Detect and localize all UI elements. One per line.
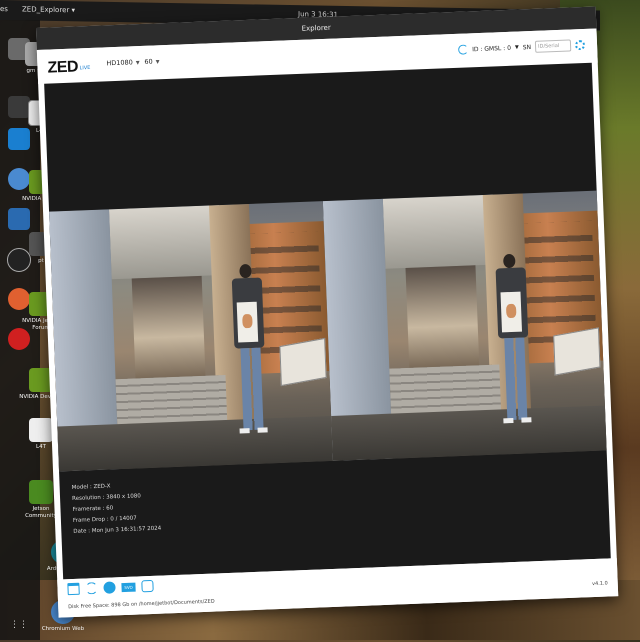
person — [229, 263, 270, 434]
person — [493, 253, 534, 424]
recording-controls: SVO — [67, 579, 154, 596]
play-icon[interactable] — [103, 581, 116, 594]
camera-info-overlay: Model : ZED-X Resolution : 3840 x 1080 F… — [71, 480, 162, 538]
stream-icon[interactable] — [85, 582, 98, 595]
serial-search-input[interactable]: ID/Serial — [534, 39, 572, 53]
community-icon — [29, 480, 53, 504]
disk-free-space: Disk Free Space: 898 Gb on /home/jjetbot… — [68, 598, 215, 611]
device-select[interactable]: ID : GMSL : 0 — [472, 44, 511, 52]
chevron-down-icon: ▼ — [155, 59, 160, 66]
date-info: Date : Mon Jun 3 16:31:57 2024 — [73, 525, 162, 535]
device-controls: ID : GMSL : 0 ▼ SN ID/Serial — [457, 37, 586, 58]
dock-item-window[interactable] — [4, 208, 34, 230]
resolution-select[interactable]: HD1080 ▼ — [103, 57, 141, 69]
l4t-doc-icon — [29, 418, 53, 442]
fps-select[interactable]: 60 ▼ — [141, 56, 167, 68]
refresh-icon[interactable] — [457, 44, 469, 55]
left-camera-view — [49, 201, 333, 472]
stereo-image — [49, 190, 607, 472]
svo-icon[interactable]: SVO — [121, 582, 136, 592]
show-apps-button[interactable]: ⋮⋮ — [4, 620, 34, 642]
app-menu[interactable]: ZED_Explorer ▾ — [22, 5, 75, 14]
camera-viewer[interactable]: Model : ZED-X Resolution : 3840 x 1080 F… — [44, 62, 611, 580]
sn-label: SN — [522, 43, 532, 51]
chevron-down-icon: ▼ — [135, 60, 140, 67]
grid-icon: ⋮⋮ — [10, 620, 28, 630]
gear-icon[interactable] — [574, 39, 586, 51]
camera-icon[interactable] — [141, 579, 154, 593]
window-icon — [8, 208, 30, 230]
live-badge: LIVE — [79, 64, 91, 72]
right-camera-view — [322, 190, 607, 461]
zed-logo: ZED — [47, 58, 79, 77]
folder-icon[interactable] — [67, 582, 80, 596]
activities-button[interactable]: es — [0, 5, 8, 13]
version-label: v4.1.0 — [591, 580, 608, 588]
zed-explorer-window: Explorer ZED LIVE HD1080 ▼ 60 ▼ ID : GMSL … — [36, 6, 619, 618]
chevron-down-icon: ▼ — [514, 44, 519, 51]
